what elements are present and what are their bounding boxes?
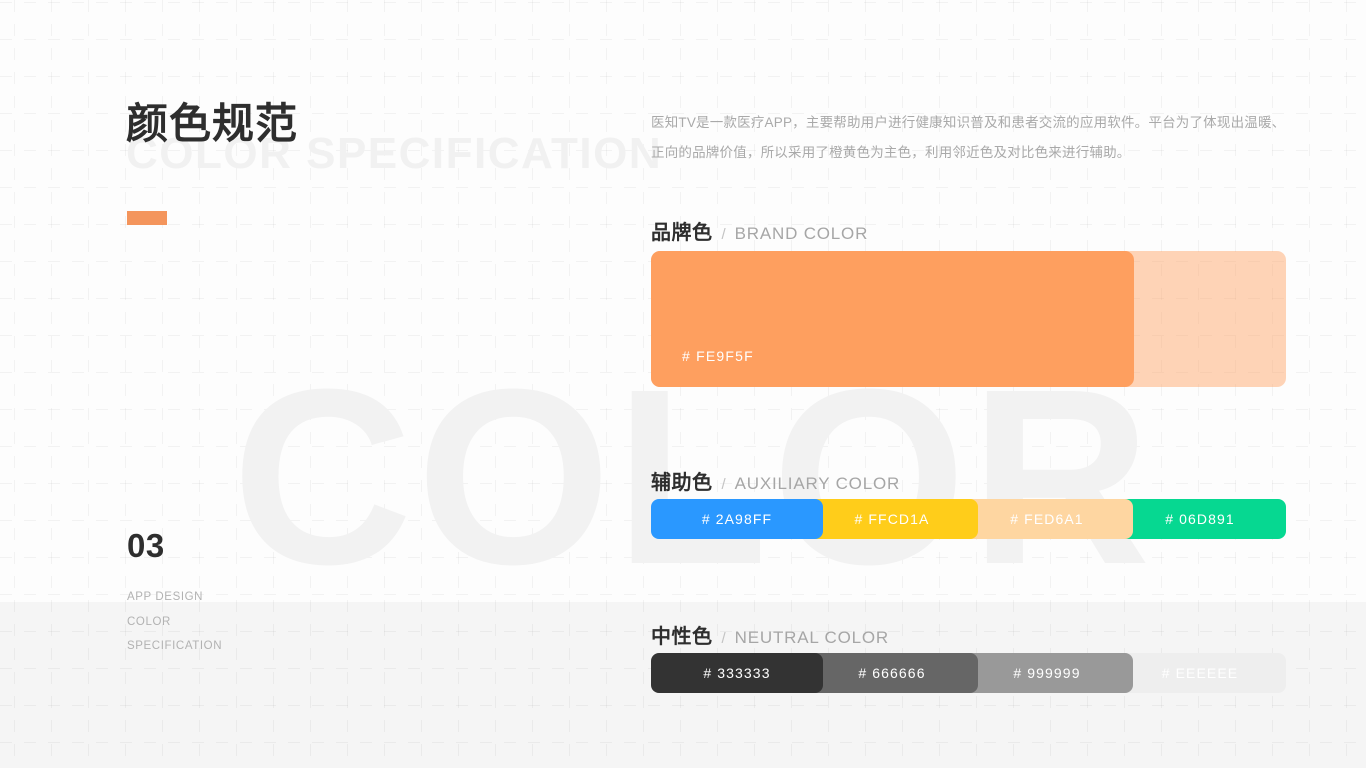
neutral-color-palette: # 333333 # 666666 # 999999 # EEEEEE bbox=[651, 653, 1286, 693]
color-chip-hex-label: # EEEEEE bbox=[1161, 665, 1239, 681]
section-subtitle-line-2: COLOR bbox=[127, 615, 171, 628]
heading-brand-color-cn: 品牌色 bbox=[651, 222, 713, 244]
heading-neutral-color-en: NEUTRAL COLOR bbox=[734, 628, 889, 647]
color-chip-hex-label: # 333333 bbox=[703, 665, 771, 681]
auxiliary-color-palette: # 2A98FF # FFCD1A # FED6A1 # 06D891 bbox=[651, 499, 1286, 539]
section-subtitle-line-3: SPECIFICATION bbox=[127, 640, 223, 652]
accent-bar bbox=[127, 211, 167, 225]
color-chip-hex-label: # 2A98FF bbox=[701, 511, 773, 527]
heading-auxiliary-color-cn: 辅助色 bbox=[651, 472, 713, 494]
heading-auxiliary-color-separator: / bbox=[721, 476, 726, 493]
heading-brand-color-separator: / bbox=[721, 226, 726, 243]
heading-auxiliary-color: 辅助色 / AUXILIARY COLOR bbox=[651, 466, 900, 495]
color-chip-hex-label: # 06D891 bbox=[1165, 511, 1235, 527]
heading-brand-color-en: BRAND COLOR bbox=[734, 224, 869, 243]
heading-auxiliary-color-en: AUXILIARY COLOR bbox=[734, 474, 901, 493]
color-chip[interactable]: # FED6A1 bbox=[961, 499, 1133, 539]
slide-canvas: COLOR COLOR SPECIFICATION 颜色规范 医知TV是一款医疗… bbox=[0, 0, 1366, 768]
heading-neutral-color: 中性色 / NEUTRAL COLOR bbox=[651, 620, 889, 649]
color-chip[interactable]: # 2A98FF bbox=[651, 499, 823, 539]
color-chip[interactable]: # EEEEEE bbox=[1114, 653, 1286, 693]
color-chip[interactable]: # 666666 bbox=[806, 653, 978, 693]
color-chip-hex-label: # 666666 bbox=[858, 665, 926, 681]
page-title-group: COLOR SPECIFICATION 颜色规范 bbox=[126, 100, 661, 176]
intro-paragraph: 医知TV是一款医疗APP，主要帮助用户进行健康知识普及和患者交流的应用软件。平台… bbox=[651, 115, 1286, 160]
color-chip[interactable]: # FFCD1A bbox=[806, 499, 978, 539]
color-chip-hex-label: # FED6A1 bbox=[1010, 511, 1084, 527]
brand-color-hex-label: # FE9F5F bbox=[682, 348, 754, 364]
brand-color-swatch-main[interactable]: # FE9F5F bbox=[651, 251, 1134, 387]
heading-neutral-color-cn: 中性色 bbox=[651, 626, 713, 648]
color-chip[interactable]: # 06D891 bbox=[1114, 499, 1286, 539]
section-subtitle-line-1: APP DESIGN bbox=[127, 591, 204, 603]
heading-neutral-color-separator: / bbox=[721, 630, 726, 647]
brand-color-swatch-group: # FE9F5F bbox=[651, 251, 1286, 387]
color-chip-hex-label: # 999999 bbox=[1013, 665, 1081, 681]
color-chip[interactable]: # 333333 bbox=[651, 653, 823, 693]
page-title: 颜色规范 bbox=[126, 100, 299, 147]
section-subtitle: APP DESIGN COLOR SPECIFICATION bbox=[127, 585, 222, 659]
section-number: 03 bbox=[127, 527, 165, 564]
color-chip-hex-label: # FFCD1A bbox=[854, 511, 930, 527]
heading-brand-color: 品牌色 / BRAND COLOR bbox=[651, 216, 868, 245]
color-chip[interactable]: # 999999 bbox=[961, 653, 1133, 693]
